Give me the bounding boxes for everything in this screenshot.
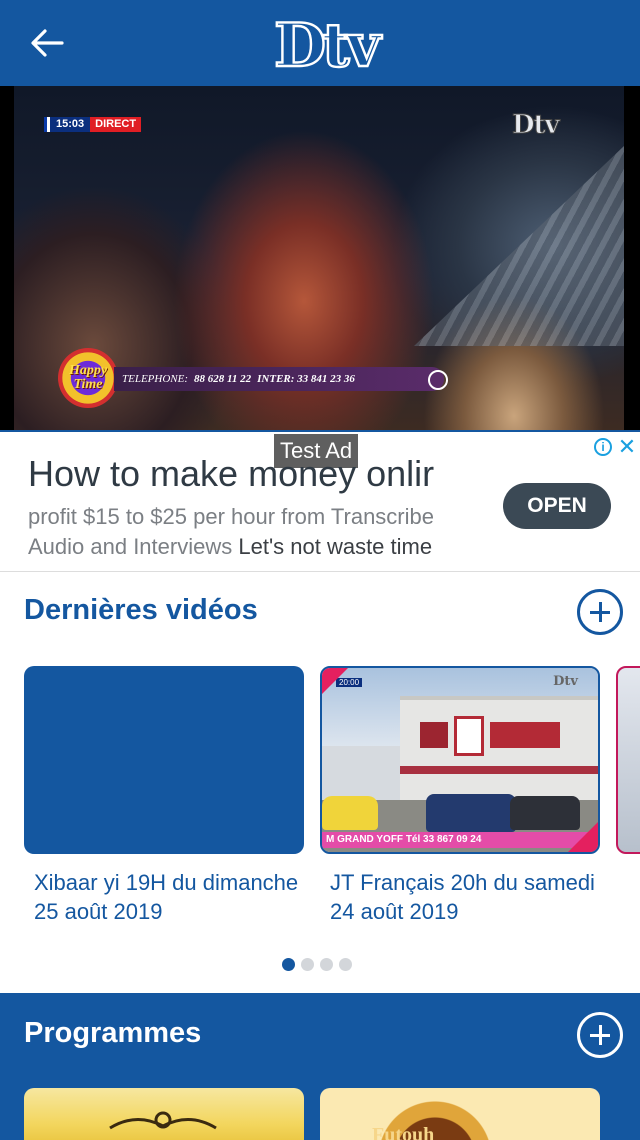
info-icon[interactable]: i	[594, 438, 612, 456]
video-card-partial[interactable]	[616, 666, 640, 854]
ticker-label: TELEPHONE:	[122, 373, 188, 385]
programme-card[interactable]	[24, 1088, 304, 1140]
osd-timestamp: 15:03 DIRECT	[44, 117, 142, 132]
pager-dot[interactable]	[282, 958, 295, 971]
video-ticker: TELEPHONE: 88 628 11 22 INTER: 33 841 23…	[114, 367, 444, 391]
phone-icon	[428, 370, 448, 390]
ad-headline[interactable]: How to make money onlir	[28, 450, 474, 498]
plus-icon-stroke	[598, 1025, 602, 1045]
ad-body: profit $15 to $25 per hour from Transcri…	[28, 502, 474, 562]
carousel-pager	[282, 958, 352, 971]
ad-open-button[interactable]: OPEN	[503, 483, 611, 529]
ad-banner[interactable]: Test Ad i ✕ How to make money onlir prof…	[0, 430, 640, 572]
happy-time-line1: Happy	[68, 363, 108, 378]
thumbnail-corner	[322, 668, 348, 694]
osd-live-badge: DIRECT	[90, 117, 142, 132]
video-thumbnail: M GRAND YOFF Tél 33 867 09 24 20:00 Dtv	[320, 666, 600, 854]
ticker-inter: INTER: 33 841 23 36	[257, 373, 355, 385]
latest-videos-title: Dernières vidéos	[24, 594, 258, 626]
thumbnail-corner	[568, 822, 598, 852]
video-thumbnail	[24, 666, 304, 854]
ad-body-tail: Let's not waste time	[238, 534, 433, 559]
video-card-title: Xibaar yi 19H du dimanche 25 août 2019	[34, 870, 299, 924]
pager-dot[interactable]	[339, 958, 352, 971]
happy-time-logo: Happy Time	[58, 348, 118, 408]
building-sign	[454, 716, 484, 756]
thumbnail-building	[400, 696, 598, 804]
close-icon[interactable]: ✕	[617, 434, 637, 460]
back-button[interactable]	[22, 22, 72, 64]
video-card-title: JT Français 20h du samedi 24 août 2019	[330, 870, 595, 924]
programmes-title: Programmes	[24, 1017, 202, 1049]
building-band	[400, 766, 598, 774]
programme-card-title: Futouh	[372, 1124, 435, 1140]
building-sign	[420, 722, 448, 748]
channel-watermark: Dtv	[512, 110, 561, 141]
car	[426, 794, 516, 832]
car	[322, 796, 378, 830]
video-card[interactable]: Xibaar yi 19H du dimanche 25 août 2019	[24, 666, 304, 924]
video-player[interactable]: 15:03 DIRECT Dtv Happy Time TELEPHONE: 8…	[0, 86, 640, 430]
plus-icon-stroke	[598, 602, 602, 622]
video-thumbnail	[616, 666, 640, 854]
latest-videos-more-button[interactable]	[577, 589, 623, 635]
svg-text:Dtv: Dtv	[274, 12, 383, 74]
thumbnail-logo: Dtv	[553, 674, 578, 689]
video-card[interactable]: M GRAND YOFF Tél 33 867 09 24 20:00 Dtv …	[320, 666, 600, 924]
thumbnail-ticker: M GRAND YOFF Tél 33 867 09 24	[322, 832, 598, 848]
ornament-icon	[109, 1111, 217, 1130]
osd-time: 15:03	[50, 117, 91, 132]
programmes-more-button[interactable]	[577, 1012, 623, 1058]
building-sign	[490, 722, 560, 748]
ticker-phone: 88 628 11 22	[194, 373, 252, 385]
app-bar: Dtv	[0, 0, 640, 86]
dtv-logo: Dtv	[273, 12, 388, 74]
happy-time-line2: Time	[73, 377, 103, 392]
video-frame: 15:03 DIRECT Dtv Happy Time TELEPHONE: 8…	[14, 86, 624, 430]
programme-card[interactable]: Futouh	[320, 1088, 600, 1140]
pager-dot[interactable]	[320, 958, 333, 971]
video-background	[414, 146, 624, 346]
pager-dot[interactable]	[301, 958, 314, 971]
arrow-left-icon	[31, 29, 64, 57]
